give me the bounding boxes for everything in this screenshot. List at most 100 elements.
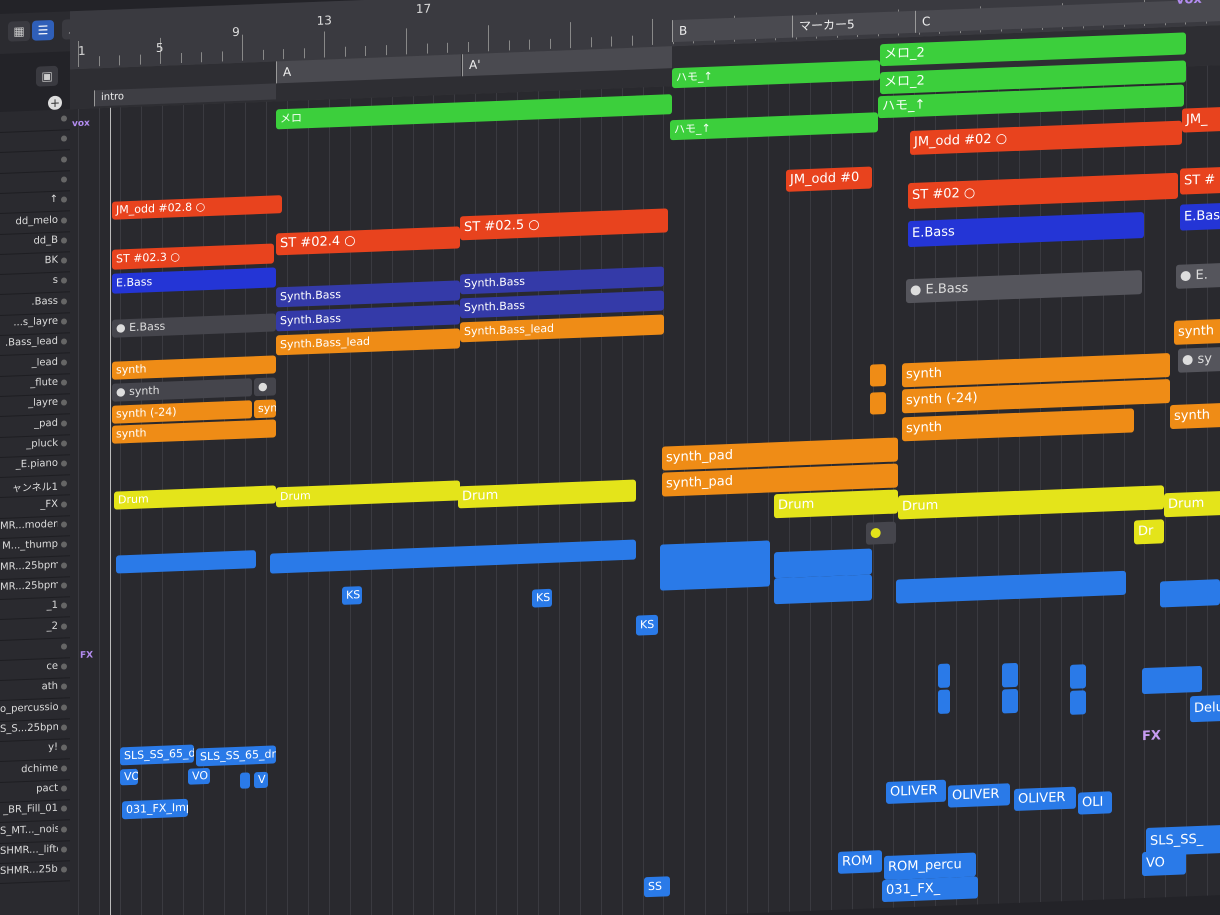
record-enable-icon[interactable]: [61, 643, 67, 650]
record-enable-icon[interactable]: [61, 176, 67, 183]
region[interactable]: [870, 391, 886, 415]
record-enable-icon[interactable]: [61, 663, 67, 670]
region[interactable]: [1142, 665, 1202, 695]
region[interactable]: VO: [188, 767, 210, 785]
region[interactable]: OLIVER: [886, 779, 946, 804]
region[interactable]: VO: [1142, 850, 1186, 877]
region[interactable]: SLS_SS_65_dru: [196, 745, 276, 767]
region[interactable]: V: [254, 771, 268, 789]
region[interactable]: ● E.Bass: [906, 270, 1142, 304]
region[interactable]: Synth.Bass_lead: [276, 328, 460, 356]
record-enable-icon[interactable]: [61, 501, 67, 508]
record-enable-icon[interactable]: [61, 825, 67, 833]
record-enable-icon[interactable]: [61, 805, 67, 812]
region[interactable]: 031_FX_Impac: [122, 798, 188, 820]
region[interactable]: synth: [902, 408, 1134, 442]
record-enable-icon[interactable]: [61, 440, 67, 447]
playhead[interactable]: [110, 107, 111, 915]
record-enable-icon[interactable]: [61, 419, 67, 427]
track-header[interactable]: SHMR...25bpm: [0, 860, 70, 885]
record-enable-icon[interactable]: [61, 541, 67, 548]
region[interactable]: ● synth: [112, 378, 252, 402]
region[interactable]: synth: [112, 419, 276, 444]
region[interactable]: ST #02.4 ○: [276, 226, 460, 256]
region[interactable]: ●: [866, 521, 896, 545]
region[interactable]: ST #02.3 ○: [112, 243, 274, 270]
record-enable-icon[interactable]: [61, 582, 67, 589]
grid-icon[interactable]: ▦: [8, 20, 30, 42]
region[interactable]: Dr: [1134, 519, 1164, 545]
record-enable-icon[interactable]: [61, 602, 67, 609]
region[interactable]: Synth.Bass: [460, 266, 664, 295]
region[interactable]: ST #02 ○: [908, 172, 1178, 210]
record-enable-icon[interactable]: [61, 115, 67, 122]
region[interactable]: ●: [254, 377, 276, 397]
region[interactable]: Drum: [1164, 490, 1220, 518]
region[interactable]: synth: [1170, 402, 1220, 430]
region[interactable]: Synth.Bass: [460, 290, 664, 319]
region[interactable]: VO: [120, 768, 138, 786]
record-enable-icon[interactable]: [61, 196, 67, 203]
region[interactable]: ROM: [838, 850, 882, 874]
record-enable-icon[interactable]: [61, 460, 67, 467]
add-track-icon[interactable]: +: [48, 95, 62, 111]
region[interactable]: [1002, 688, 1018, 714]
region[interactable]: Synth.Bass: [276, 304, 460, 332]
record-enable-icon[interactable]: [61, 257, 67, 264]
region[interactable]: E.Bass: [112, 267, 276, 294]
region[interactable]: syn: [254, 399, 276, 419]
record-enable-icon[interactable]: [61, 318, 67, 325]
record-enable-icon[interactable]: [61, 399, 67, 406]
region[interactable]: JM_odd #02 ○: [910, 120, 1182, 156]
region[interactable]: [1160, 579, 1220, 608]
region[interactable]: KS: [636, 614, 658, 636]
marker-region[interactable]: B: [672, 15, 792, 43]
region[interactable]: Synth.Bass_lead: [460, 314, 664, 343]
region[interactable]: ハモ_↑: [670, 112, 878, 141]
record-enable-icon[interactable]: [61, 359, 67, 366]
region[interactable]: [774, 548, 872, 579]
region[interactable]: OLIVER: [1014, 786, 1076, 812]
list-icon[interactable]: ☰: [32, 19, 54, 41]
record-enable-icon[interactable]: [61, 277, 67, 285]
region[interactable]: E.Bass: [908, 212, 1144, 248]
region[interactable]: Drum: [774, 489, 898, 519]
record-enable-icon[interactable]: [61, 785, 67, 792]
region[interactable]: ● E.: [1176, 262, 1220, 289]
record-enable-icon[interactable]: [61, 562, 67, 569]
record-enable-icon[interactable]: [61, 622, 67, 630]
region[interactable]: OLI: [1078, 791, 1112, 815]
region[interactable]: ST #: [1180, 166, 1220, 195]
region[interactable]: 031_FX_: [882, 876, 978, 903]
record-enable-icon[interactable]: [61, 237, 67, 244]
region[interactable]: [774, 574, 872, 605]
record-enable-icon[interactable]: [61, 156, 67, 163]
region[interactable]: [270, 539, 636, 574]
region[interactable]: [240, 772, 250, 789]
region[interactable]: SLS_SS_65_dru: [120, 744, 194, 766]
record-enable-icon[interactable]: [61, 846, 67, 853]
region[interactable]: [1002, 662, 1018, 688]
region[interactable]: [660, 540, 770, 591]
record-enable-icon[interactable]: [61, 338, 67, 345]
record-enable-icon[interactable]: [61, 521, 67, 528]
region[interactable]: JM_odd #02.8 ○: [112, 195, 282, 220]
region[interactable]: Deluxe: [1190, 693, 1220, 723]
region[interactable]: Drum: [458, 479, 636, 509]
region[interactable]: KS: [532, 588, 552, 608]
record-enable-icon[interactable]: [61, 683, 67, 691]
record-enable-icon[interactable]: [61, 744, 67, 751]
record-enable-icon[interactable]: [61, 298, 67, 305]
record-enable-icon[interactable]: [61, 724, 67, 731]
region[interactable]: [870, 363, 886, 387]
region[interactable]: ST #02.5 ○: [460, 208, 668, 241]
region[interactable]: SS: [644, 876, 670, 898]
region[interactable]: Drum: [276, 480, 460, 508]
region[interactable]: ● sy: [1178, 346, 1220, 373]
sidebar-toggle-icon[interactable]: ▣: [36, 65, 58, 87]
region[interactable]: synth: [1174, 318, 1220, 345]
region[interactable]: [938, 663, 950, 688]
region[interactable]: synth: [112, 355, 276, 380]
record-enable-icon[interactable]: [61, 379, 67, 386]
region[interactable]: [938, 689, 950, 714]
